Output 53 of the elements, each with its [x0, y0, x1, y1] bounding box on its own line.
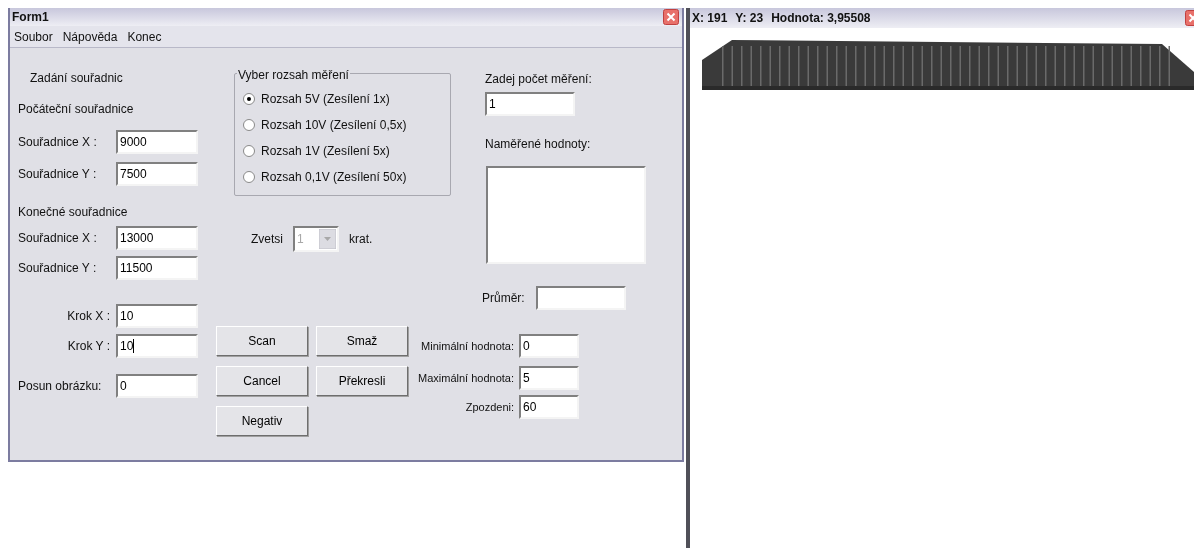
form-button[interactable]: Scan	[216, 326, 308, 356]
input-field[interactable]: 10	[116, 304, 198, 328]
coordinate-readout: Hodnota: 3,95508	[771, 10, 871, 27]
section-heading: Počáteční souřadnice	[18, 101, 135, 118]
form-button[interactable]: Cancel	[216, 366, 308, 396]
limit-label: Maximální hodnota:	[417, 370, 514, 386]
field-label: Souřadnice X :	[18, 230, 98, 247]
radio-button[interactable]	[243, 93, 255, 105]
input-field[interactable]: 60	[519, 395, 579, 419]
radio-button[interactable]	[243, 119, 255, 131]
form-button[interactable]: Negativ	[216, 406, 308, 436]
field-label: Souřadnice X :	[18, 134, 98, 151]
field-label: Souřadnice Y :	[18, 260, 98, 277]
close-icon[interactable]	[663, 9, 679, 25]
input-field[interactable]: 11500	[116, 256, 198, 280]
field-label: Krok Y :	[66, 338, 111, 355]
radio-button[interactable]	[243, 145, 255, 157]
input-field[interactable]: 7500	[116, 162, 198, 186]
radio-label: Rozsah 5V (Zesílení 1x)	[261, 91, 390, 108]
menu-item[interactable]: Nápověda	[62, 27, 118, 46]
input-field[interactable]: 10	[116, 334, 198, 358]
radio-label: Rozsah 0,1V (Zesílení 50x)	[261, 169, 407, 186]
radio-button[interactable]	[243, 171, 255, 183]
dropdown-arrow-icon	[319, 229, 336, 249]
menu-item[interactable]: Soubor	[14, 27, 53, 46]
zoom-suffix: krat.	[349, 231, 373, 248]
section-heading: Zadání souřadnic	[30, 70, 124, 87]
field-label: Posun obrázku:	[18, 378, 103, 395]
input-field[interactable]: 1	[485, 92, 575, 116]
form-button[interactable]: Překresli	[316, 366, 408, 396]
form-button[interactable]: Smaž	[316, 326, 408, 356]
limit-label: Zpozdeni:	[464, 399, 514, 415]
average-field[interactable]	[536, 286, 626, 310]
input-field[interactable]: 5	[519, 366, 579, 390]
limit-label: Minimální hodnota:	[420, 338, 514, 354]
field-label: Krok X :	[66, 308, 111, 325]
values-list[interactable]	[486, 166, 646, 264]
section-heading: Konečné souřadnice	[18, 204, 129, 221]
window-title: Form1	[12, 9, 49, 26]
input-field[interactable]: 9000	[116, 130, 198, 154]
input-field[interactable]: 0	[519, 334, 579, 358]
coordinate-readout: Y: 23	[735, 10, 764, 27]
input-field[interactable]: 13000	[116, 226, 198, 250]
coordinate-readout: X: 191	[692, 10, 728, 27]
radio-label: Rozsah 1V (Zesílení 5x)	[261, 143, 390, 160]
average-label: Průměr:	[482, 290, 526, 307]
input-field[interactable]: 0	[116, 374, 198, 398]
measured-label: Naměřené hodnoty:	[485, 136, 592, 153]
zoom-label: Zvetsi	[251, 231, 283, 248]
menu-item[interactable]: Konec	[127, 27, 162, 46]
radio-label: Rozsah 10V (Zesílení 0,5x)	[261, 117, 407, 134]
field-label: Souřadnice Y :	[18, 166, 98, 183]
count-label: Zadej počet měření:	[485, 71, 593, 88]
